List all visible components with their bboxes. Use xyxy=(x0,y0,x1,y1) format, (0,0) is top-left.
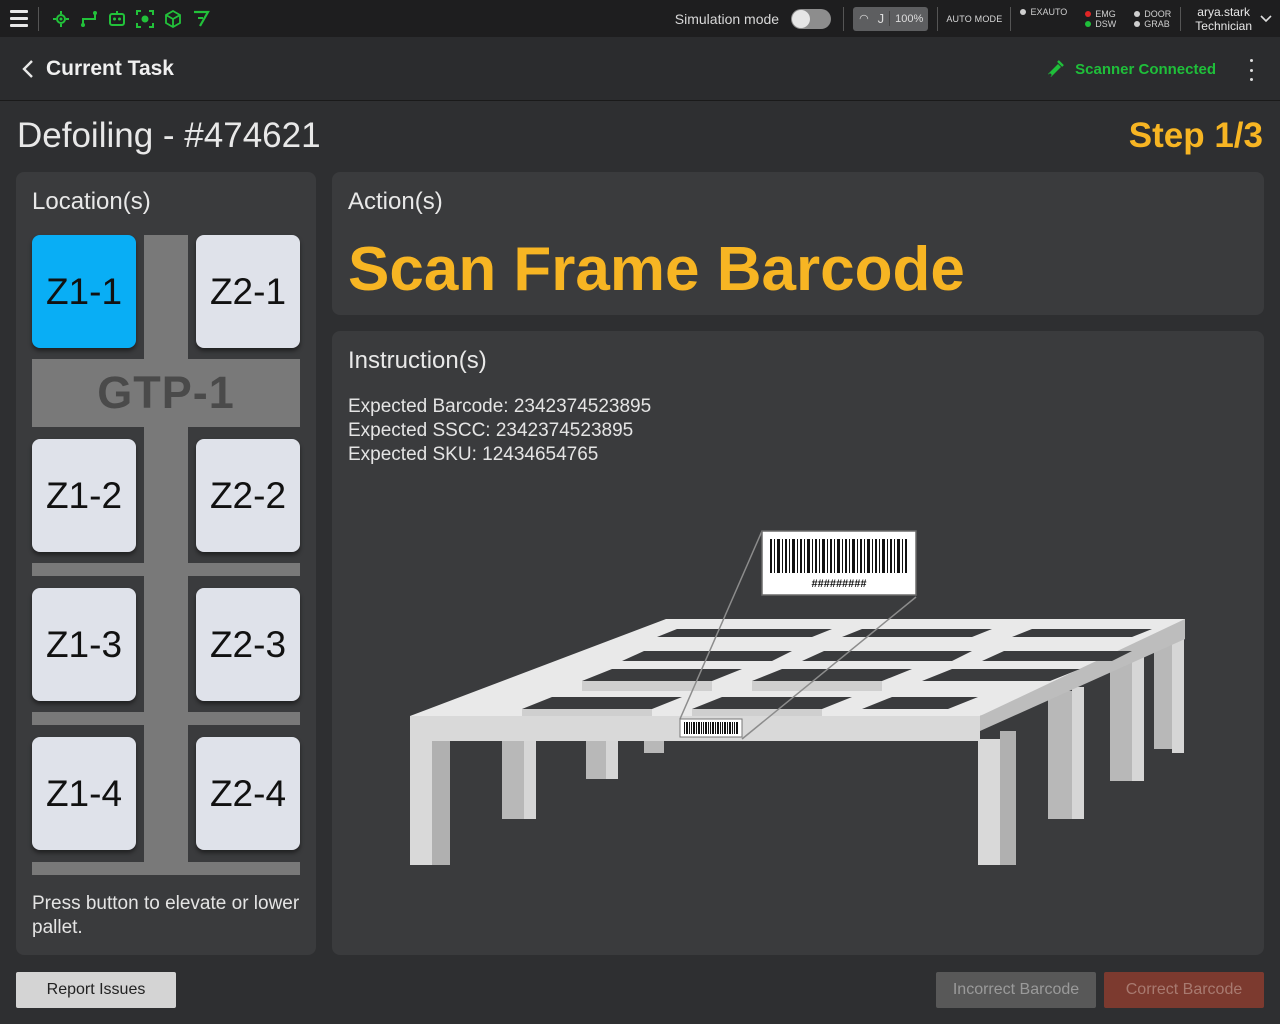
task-title: Defoiling - #474621 xyxy=(17,116,321,155)
frame-opening xyxy=(982,651,1132,661)
exauto-label: EXAUTO xyxy=(1030,7,1068,17)
frame-leg xyxy=(432,741,450,865)
locations-title: Location(s) xyxy=(32,188,151,215)
frame-leg xyxy=(978,739,1002,865)
locations-panel: Location(s) GTP-1 Z1-1 Z2-1 Z1-2 Z2-2 Z1… xyxy=(16,172,316,955)
frame-opening xyxy=(842,629,992,637)
rail-bar xyxy=(32,563,300,576)
zone-z1-3-button[interactable]: Z1-3 xyxy=(32,588,136,701)
frame-opening xyxy=(1012,629,1152,637)
station-label: GTP-1 xyxy=(32,359,300,427)
tool-icons xyxy=(39,9,211,29)
dsw-label: DSW xyxy=(1095,18,1117,29)
location-note: Press button to elevate or lower pallet. xyxy=(32,893,300,938)
divider xyxy=(937,6,939,31)
zone-z1-1-button[interactable]: Z1-1 xyxy=(32,235,136,348)
rail-bar xyxy=(32,712,300,725)
zone-z1-2-button[interactable]: Z1-2 xyxy=(32,439,136,552)
speed-mode: J xyxy=(873,11,891,26)
frame-leg xyxy=(1072,687,1084,819)
more-options-icon[interactable] xyxy=(1244,59,1258,81)
grab-label: GRAB xyxy=(1144,18,1170,29)
frame-beam xyxy=(752,681,882,691)
frame-leg xyxy=(1000,731,1016,865)
zone-z1-4-button[interactable]: Z1-4 xyxy=(32,737,136,850)
frame-opening xyxy=(802,651,972,661)
frame-leg xyxy=(1048,691,1076,819)
simulation-mode-label: Simulation mode xyxy=(674,10,780,27)
status-dot xyxy=(1085,20,1092,27)
frame-leg xyxy=(410,741,434,865)
divider xyxy=(1180,6,1182,31)
robot-icon[interactable] xyxy=(107,9,127,29)
scanner-status-label: Scanner Connected xyxy=(1075,60,1216,78)
barcode-label-text: ######### xyxy=(811,578,866,590)
chevron-down-icon[interactable] xyxy=(1258,14,1274,23)
zone-z2-3-button[interactable]: Z2-3 xyxy=(196,588,300,701)
exauto-status: EXAUTO xyxy=(1020,0,1067,17)
correct-barcode-button[interactable]: Correct Barcode xyxy=(1104,972,1264,1008)
emg-dsw-status: EMG DSW xyxy=(1085,9,1116,29)
door-label: DOOR xyxy=(1144,8,1172,19)
report-issues-button[interactable]: Report Issues xyxy=(16,972,176,1008)
actions-title: Action(s) xyxy=(348,188,443,215)
location-grid: GTP-1 Z1-1 Z2-1 Z1-2 Z2-2 Z1-3 Z2-3 Z1-4… xyxy=(32,235,300,877)
target-icon[interactable] xyxy=(135,9,155,29)
frame-leg xyxy=(1172,631,1184,753)
status-dot xyxy=(1134,10,1141,17)
user-role: Technician xyxy=(1195,18,1252,33)
incorrect-barcode-button[interactable]: Incorrect Barcode xyxy=(936,972,1096,1008)
speed-value: 100% xyxy=(895,12,924,25)
speed-control[interactable]: ◠ J 100% xyxy=(853,6,929,31)
user-name: arya.stark xyxy=(1197,4,1250,19)
scanner-icon xyxy=(1048,60,1065,77)
status-dot xyxy=(1085,10,1092,17)
gauge-icon: ◠ xyxy=(859,13,869,25)
step-indicator: Step 1/3 xyxy=(1128,116,1263,155)
frame-leg xyxy=(1132,655,1144,781)
frame-opening xyxy=(657,629,832,637)
frame-barcode xyxy=(679,718,743,738)
status-dot xyxy=(1134,20,1141,27)
top-bar: Simulation mode ◠ J 100% AUTO MODE EXAUT… xyxy=(0,0,1280,37)
hamburger-icon[interactable] xyxy=(0,0,38,37)
page-header: Current Task Scanner Connected xyxy=(0,37,1280,101)
cube-icon[interactable] xyxy=(163,9,183,29)
door-grab-status: DOOR GRAB xyxy=(1134,9,1171,29)
top-bar-right: Simulation mode ◠ J 100% AUTO MODE EXAUT… xyxy=(675,0,1280,37)
actions-panel: Action(s) Scan Frame Barcode xyxy=(332,172,1264,315)
back-arrow-icon[interactable] xyxy=(18,59,38,79)
move-icon[interactable] xyxy=(51,9,71,29)
scanner-status: Scanner Connected xyxy=(1045,59,1216,79)
rail-bar xyxy=(32,862,300,875)
rail-spine xyxy=(144,235,188,875)
simulation-mode-toggle[interactable] xyxy=(791,8,832,29)
instructions-panel: Instruction(s) Expected Barcode: 2342374… xyxy=(332,331,1264,955)
divider xyxy=(843,6,845,31)
page-title: Current Task xyxy=(46,56,174,80)
barcode-callout: ######### xyxy=(761,530,917,596)
action-text: Scan Frame Barcode xyxy=(348,235,965,304)
user-menu[interactable]: arya.stark Technician xyxy=(1195,5,1252,33)
emg-label: EMG xyxy=(1095,8,1116,19)
divider xyxy=(1010,6,1012,31)
auto-mode-label: AUTO MODE xyxy=(946,13,1003,24)
status-dot xyxy=(1020,9,1027,15)
wand-icon[interactable] xyxy=(191,9,211,29)
zone-z2-4-button[interactable]: Z2-4 xyxy=(196,737,300,850)
zone-z2-2-button[interactable]: Z2-2 xyxy=(196,439,300,552)
zone-z2-1-button[interactable]: Z2-1 xyxy=(196,235,300,348)
pallet-frame-illustration: ######### xyxy=(410,530,1185,865)
path-icon[interactable] xyxy=(79,9,99,29)
